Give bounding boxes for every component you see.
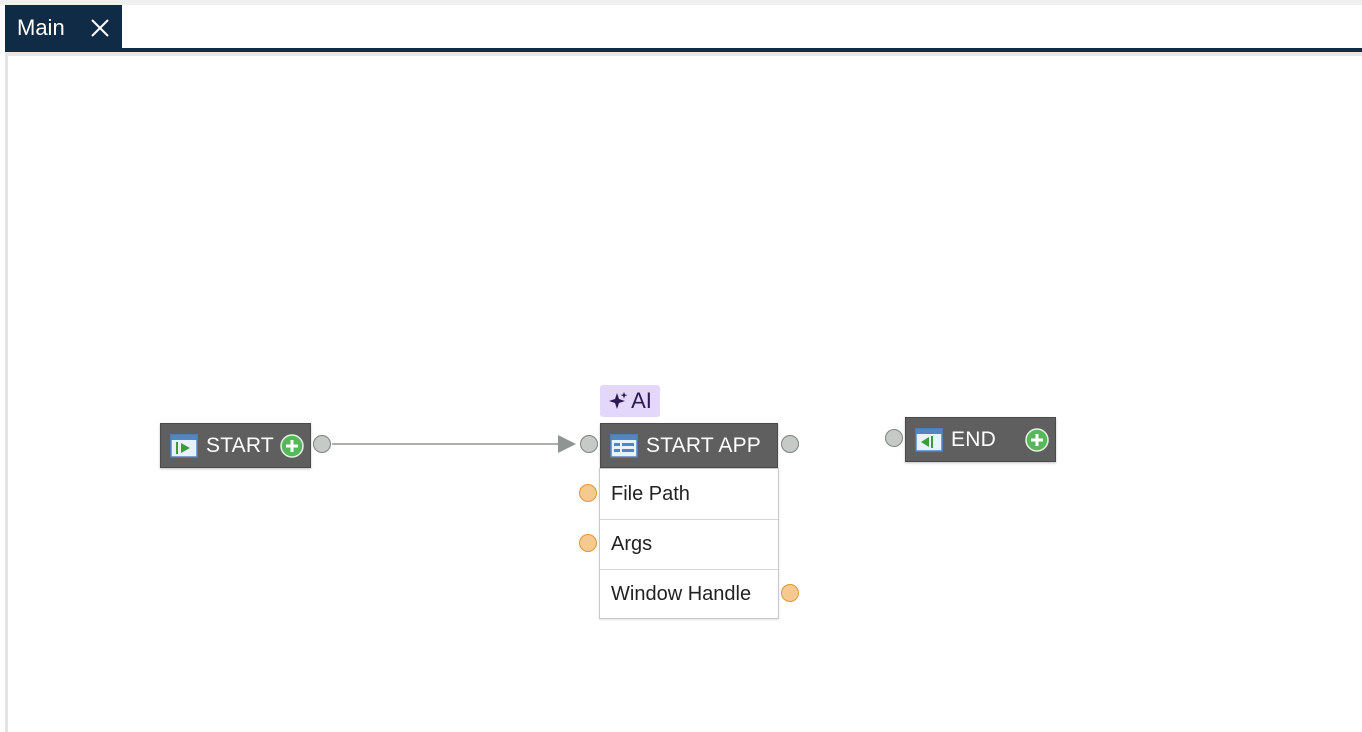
end-input-port[interactable]: [885, 429, 903, 447]
start-node[interactable]: START: [160, 423, 311, 468]
end-node[interactable]: END: [905, 417, 1056, 462]
start-app-output-port[interactable]: [781, 435, 799, 453]
start-node-title: START: [206, 433, 274, 457]
start-app-input-port[interactable]: [580, 435, 598, 453]
param-window-handle-label: Window Handle: [611, 583, 752, 605]
param-args[interactable]: Args: [600, 519, 778, 569]
args-input-port[interactable]: [579, 534, 597, 552]
window-handle-output-port[interactable]: [781, 584, 799, 602]
add-circle-icon[interactable]: [1025, 428, 1049, 452]
param-args-label: Args: [611, 533, 653, 555]
file-path-input-port[interactable]: [579, 484, 597, 502]
start-output-port[interactable]: [313, 435, 331, 453]
application-icon: [610, 433, 638, 458]
param-file-path[interactable]: File Path: [600, 469, 778, 519]
ai-badge-label: AI: [631, 388, 652, 413]
param-file-path-label: File Path: [611, 482, 690, 505]
flow-connector[interactable]: [0, 0, 1362, 732]
end-node-title: END: [951, 427, 996, 451]
start-app-node[interactable]: START APP: [600, 423, 778, 468]
param-window-handle[interactable]: Window Handle: [600, 569, 778, 619]
start-app-node-title: START APP: [646, 433, 762, 457]
flow-start-icon: [170, 433, 198, 458]
flow-end-icon: [915, 427, 943, 452]
ai-badge: AI: [600, 385, 660, 417]
start-app-params: File Path Args Window Handle: [599, 468, 779, 619]
add-circle-icon[interactable]: [280, 434, 304, 458]
sparkle-icon: [609, 392, 628, 409]
